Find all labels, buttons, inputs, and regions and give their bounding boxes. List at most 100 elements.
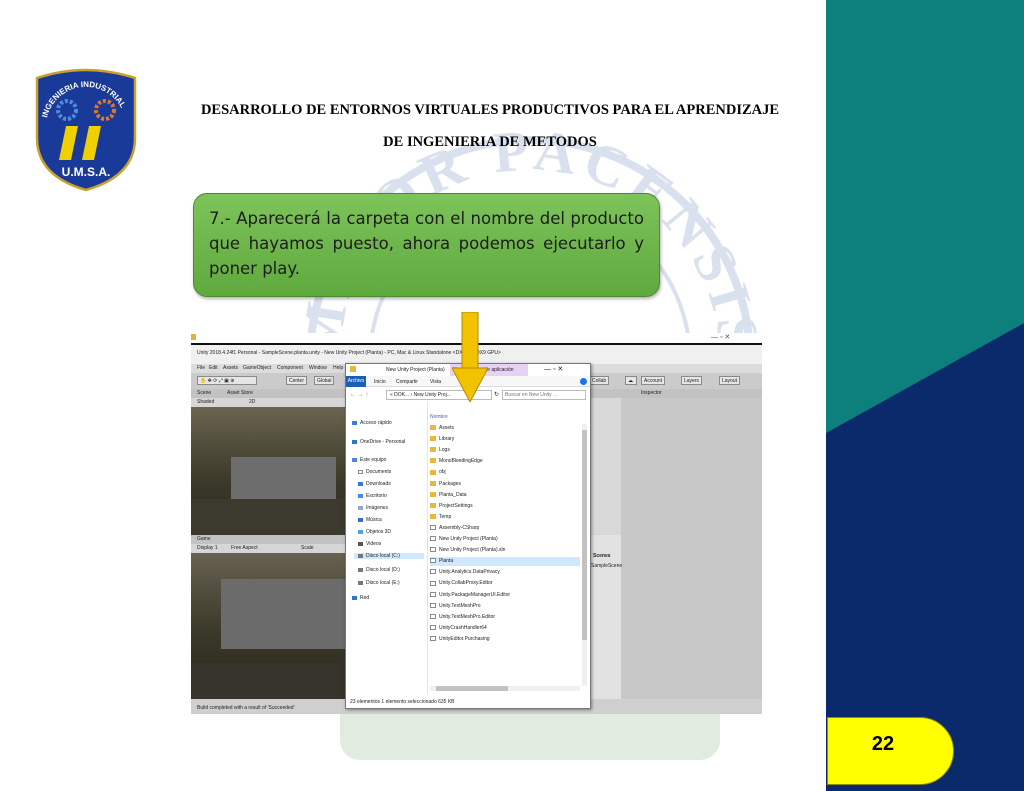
scale-slider[interactable]: Scale: [301, 545, 314, 551]
nav-videos[interactable]: Videos: [358, 541, 381, 547]
file-list-item[interactable]: Logs: [430, 446, 580, 455]
file-list-item[interactable]: Library: [430, 435, 580, 444]
hscroll-thumb[interactable]: [436, 686, 508, 691]
instruction-callout: 7.- Aparecerá la carpeta con el nombre d…: [193, 193, 660, 297]
file-list-item[interactable]: New Unity Project (Planta).sln: [430, 546, 580, 555]
scrollbar-thumb[interactable]: [582, 430, 587, 640]
file-list-item[interactable]: Packages: [430, 480, 580, 489]
file-icon: [430, 624, 436, 630]
search-input[interactable]: [502, 390, 586, 400]
nav-disk-c[interactable]: Disco local (C:): [354, 553, 424, 559]
pivot-center-button[interactable]: Center: [286, 376, 308, 385]
toggle-2d[interactable]: 2D: [249, 399, 255, 405]
aspect-dropdown[interactable]: Free Aspect: [231, 545, 258, 551]
folder-icon: [430, 458, 436, 464]
nav-label: Objetos 3D: [366, 529, 392, 535]
nav-onedrive[interactable]: OneDrive - Personal: [352, 439, 405, 445]
nav-network[interactable]: Red: [352, 595, 369, 601]
menu-edit[interactable]: Edit: [209, 365, 218, 371]
menu-component[interactable]: Component: [277, 365, 303, 371]
tab-game[interactable]: Game: [197, 536, 211, 542]
file-list-item[interactable]: Unity.Analytics.DataPrivacy: [430, 568, 580, 577]
file-icon: [430, 580, 436, 586]
shaded-dropdown[interactable]: Shaded: [197, 399, 214, 405]
file-list-item[interactable]: Temp: [430, 513, 580, 522]
nav-this-pc[interactable]: Este equipo: [352, 457, 386, 463]
file-name: UnityEditor.Purchasing: [439, 635, 490, 642]
file-list-item[interactable]: Unity.TextMeshPro: [430, 602, 580, 611]
nav-disk-e[interactable]: Disco local (E:): [358, 580, 400, 586]
file-name: Unity.TextMeshPro.Editor: [439, 613, 496, 620]
file-list-item[interactable]: Assets: [430, 424, 580, 433]
tab-vista[interactable]: Vista: [430, 379, 441, 385]
file-list-item[interactable]: ProjectSettings: [430, 502, 580, 511]
file-name: Planta: [439, 558, 454, 565]
nav-downloads[interactable]: Downloads: [358, 481, 391, 487]
nav-pictures[interactable]: Imágenes: [358, 505, 388, 511]
nav-label: Documents: [366, 469, 392, 475]
file-list-item[interactable]: Unity.TextMeshPro.Editor: [430, 613, 580, 622]
help-icon[interactable]: [580, 378, 587, 385]
nav-music[interactable]: Música: [358, 517, 382, 523]
file-list-item[interactable]: MonoBleedingEdge: [430, 457, 580, 466]
file-list-item[interactable]: UnityEditor.Purchasing: [430, 635, 580, 644]
network-icon: [352, 595, 357, 600]
file-list-item[interactable]: obj: [430, 468, 580, 477]
sample-scene-item[interactable]: SampleScene: [591, 563, 622, 569]
file-list-item[interactable]: Planta_Data: [430, 491, 580, 500]
column-header-name[interactable]: Nombre: [430, 414, 448, 420]
nav-3d-objects[interactable]: Objetos 3D: [358, 529, 391, 535]
vertical-scrollbar[interactable]: [582, 424, 587, 686]
nav-label: Acceso rápido: [360, 420, 392, 426]
file-list-item[interactable]: Unity.CollabProxy.Editor: [430, 579, 580, 588]
file-list-item[interactable]: Planta: [430, 557, 580, 567]
menu-help[interactable]: Help: [333, 365, 343, 371]
nav-arrows-icon[interactable]: ← → ↑: [350, 392, 368, 398]
scenes-folder-label[interactable]: Scenes: [593, 553, 611, 559]
nav-quick-access[interactable]: Acceso rápido: [352, 420, 392, 426]
file-name: Library: [439, 436, 455, 443]
nav-documents[interactable]: Documents: [358, 469, 391, 475]
tab-compartir[interactable]: Compartir: [396, 379, 418, 385]
layers-button[interactable]: Layers: [681, 376, 703, 385]
file-list-item[interactable]: UnityCrashHandler64: [430, 624, 580, 633]
file-name: Assembly-CSharp: [439, 524, 480, 531]
file-name: Unity.Analytics.DataPrivacy: [439, 569, 500, 576]
nav-desktop[interactable]: Escritorio: [358, 493, 387, 499]
tab-asset-store[interactable]: Asset Store: [227, 390, 253, 396]
layout-button[interactable]: Layout: [719, 376, 741, 385]
account-button[interactable]: Account: [641, 376, 666, 385]
tab-inicio[interactable]: Inicio: [374, 379, 386, 385]
global-button[interactable]: Global: [314, 376, 335, 385]
menu-gameobject[interactable]: GameObject: [243, 365, 271, 371]
file-name: Planta_Data: [439, 491, 467, 498]
folder-icon: [191, 334, 196, 340]
nav-disk-d[interactable]: Disco local (D:): [358, 567, 400, 573]
inspector-panel: [621, 398, 762, 699]
collab-button[interactable]: Collab: [589, 376, 610, 385]
menu-window[interactable]: Window: [309, 365, 327, 371]
explorer-window-controls-icon[interactable]: — ▫ ✕: [544, 365, 563, 373]
file-list-item[interactable]: New Unity Project (Planta): [430, 535, 580, 544]
scene-building: [231, 457, 336, 502]
tab-archivo[interactable]: Archivo: [346, 376, 366, 387]
refresh-icon[interactable]: ↻: [494, 391, 499, 398]
menu-assets[interactable]: Assets: [223, 365, 238, 371]
scene-view[interactable]: [191, 407, 351, 535]
drive-icon: [358, 567, 363, 572]
file-list-item[interactable]: Assembly-CSharp: [430, 524, 580, 533]
file-name: Logs: [439, 447, 450, 454]
tab-scene[interactable]: Scene: [197, 390, 211, 396]
cloud-icon[interactable]: ☁: [625, 376, 637, 385]
file-list-item[interactable]: Unity.PackageManagerUI.Editor: [430, 591, 580, 600]
file-icon: [430, 636, 436, 642]
horizontal-scrollbar[interactable]: [430, 686, 580, 691]
display-dropdown[interactable]: Display 1: [197, 545, 218, 551]
file-name: ProjectSettings: [439, 502, 473, 509]
nav-label: Escritorio: [366, 493, 387, 499]
transform-tools[interactable]: ✋ ✥ ⟳ ⤢ ▣ ⊕: [197, 376, 257, 385]
tab-inspector[interactable]: Inspector: [641, 390, 662, 396]
folder-icon: [430, 436, 436, 442]
menu-file[interactable]: File: [197, 365, 205, 371]
folder-title-icon: [350, 366, 356, 372]
